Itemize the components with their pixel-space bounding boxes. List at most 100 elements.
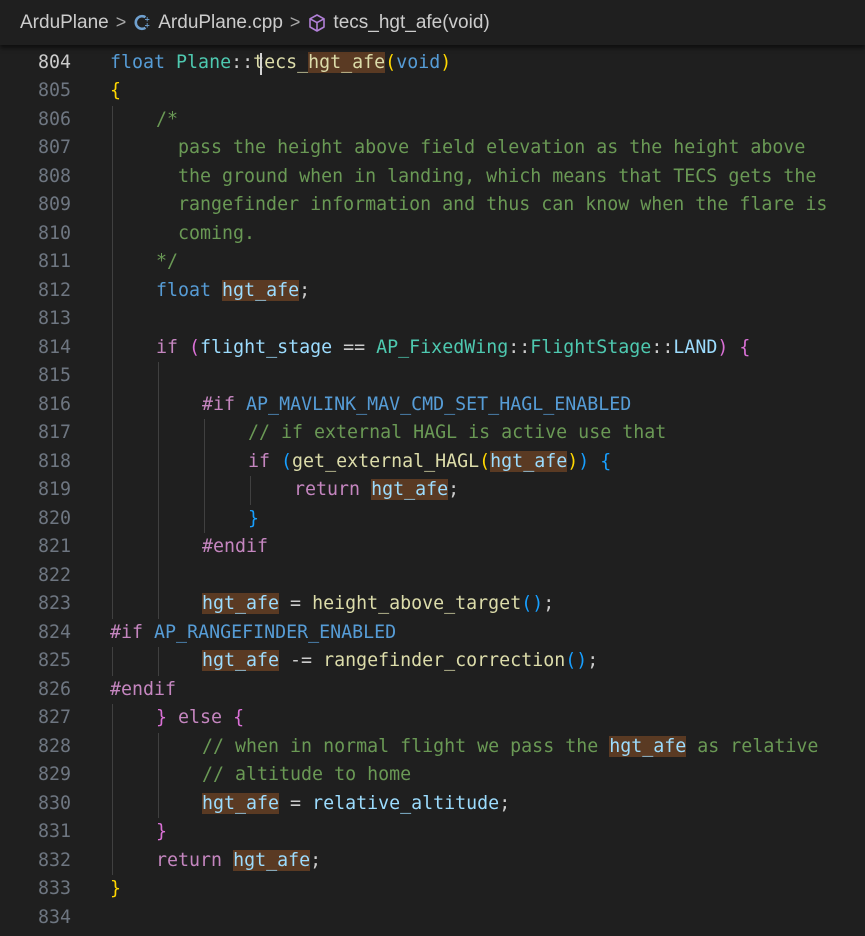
code-line[interactable]: 810 coming.: [0, 219, 865, 248]
method-cube-icon: [307, 13, 327, 33]
breadcrumb-file-label: ArduPlane.cpp: [158, 11, 283, 33]
code-line[interactable]: 812 float hgt_afe;: [0, 276, 865, 305]
indent-guide: [158, 447, 159, 476]
indent-guide: [112, 789, 113, 818]
indent-guide: [112, 561, 113, 590]
code-line[interactable]: 811 */: [0, 248, 865, 277]
code-line[interactable]: 808 the ground when in landing, which me…: [0, 162, 865, 191]
breadcrumb: ArduPlane > + + ArduPlane.cpp > tecs_hgt…: [0, 0, 865, 45]
code-line[interactable]: 804 float Plane::tecs_hgt_afe(void): [0, 49, 865, 78]
line-number: 820: [37, 507, 71, 529]
code-line[interactable]: 826 #endif: [0, 676, 865, 705]
line-number: 833: [37, 878, 71, 899]
indent-guide: [112, 533, 113, 562]
code-line[interactable]: 805 {: [0, 77, 865, 106]
indent-guide: [112, 333, 113, 362]
code-line[interactable]: 832 return hgt_afe;: [0, 846, 865, 875]
code-line[interactable]: 821 #endif: [0, 533, 865, 562]
code-line[interactable]: 834: [0, 904, 865, 933]
indent-guide: [158, 533, 159, 562]
breadcrumb-folder-label: ArduPlane: [20, 11, 109, 33]
indent-guide: [112, 647, 113, 676]
line-number: 824: [37, 621, 71, 643]
code-text: #if AP_MAVLINK_MAV_CMD_SET_HAGL_ENABLED: [202, 393, 632, 415]
code-line[interactable]: 823 hgt_afe = height_above_target();: [0, 590, 865, 619]
code-line[interactable]: 831}: [0, 818, 865, 847]
code-text: if (flight_stage == AP_FixedWing::Flight…: [156, 336, 751, 358]
code-line[interactable]: 813: [0, 305, 865, 334]
code-line[interactable]: 820}: [0, 504, 865, 533]
indent-guide: [112, 419, 113, 448]
code-line[interactable]: 828 // when in normal flight we pass the …: [0, 732, 865, 761]
line-number: 811: [37, 251, 71, 272]
breadcrumb-file[interactable]: + + ArduPlane.cpp: [133, 12, 283, 34]
indent-guide: [204, 419, 205, 448]
indent-guide: [158, 362, 159, 391]
code-line[interactable]: 806 /*: [0, 105, 865, 134]
code-text: pass the height above field elevation as…: [156, 137, 806, 158]
indent-guide: [112, 390, 113, 419]
indent-guide: [158, 476, 159, 505]
code-text: rangefinder information and thus can kno…: [156, 194, 828, 215]
code-line[interactable]: 809 rangefinder information and thus can…: [0, 191, 865, 220]
indent-guide: [158, 561, 159, 590]
code-line[interactable]: 822: [0, 561, 865, 590]
line-number: 823: [37, 593, 71, 614]
indent-guide: [204, 476, 205, 505]
chevron-right-icon: >: [115, 12, 127, 32]
code-text: float Plane::tecs_hgt_afe(void): [110, 51, 452, 73]
code-line[interactable]: 833}: [0, 875, 865, 904]
code-editor[interactable]: 804 float Plane::tecs_hgt_afe(void) 805 {80…: [0, 47, 865, 936]
line-number: 828: [37, 735, 71, 757]
code-line[interactable]: 819 return hgt_afe;: [0, 476, 865, 505]
indent-guide: [112, 732, 113, 761]
indent-guide: [112, 818, 113, 847]
code-line[interactable]: 814 if (flight_stage == AP_FixedWing::Fli…: [0, 333, 865, 362]
code-line[interactable]: 818 if (get_external_HAGL(hgt_afe)) {: [0, 447, 865, 476]
line-number: 810: [37, 222, 71, 244]
code-line[interactable]: 807 pass the height above field elevatio…: [0, 134, 865, 163]
code-text: }: [248, 507, 260, 529]
text-cursor: [260, 52, 262, 75]
code-line[interactable]: 825 hgt_afe -= rangefinder_correction();: [0, 647, 865, 676]
line-number: 825: [37, 650, 71, 671]
line-number: 805: [37, 80, 71, 101]
code-line[interactable]: 824 #if AP_RANGEFINDER_ENABLED: [0, 619, 865, 648]
code-text: return hgt_afe;: [156, 849, 322, 871]
code-line[interactable]: 817 // if external HAGL is active use tha…: [0, 419, 865, 448]
code-text: hgt_afe = height_above_target();: [202, 593, 555, 614]
indent-guide: [158, 390, 159, 419]
line-number: 832: [37, 849, 71, 871]
code-text: coming.: [156, 222, 256, 244]
indent-guide: [204, 447, 205, 476]
indent-guide: [112, 846, 113, 875]
breadcrumb-symbol[interactable]: tecs_hgt_afe(void): [307, 12, 490, 34]
line-number: 814: [37, 336, 71, 358]
line-number: 815: [37, 365, 71, 386]
code-text: {: [110, 80, 122, 101]
indent-guide: [158, 590, 159, 619]
code-text: hgt_afe -= rangefinder_correction();: [202, 650, 599, 671]
code-line[interactable]: 829 // altitude to home: [0, 761, 865, 790]
line-number: 808: [37, 165, 71, 187]
line-number: 830: [37, 792, 71, 814]
line-number: 807: [37, 137, 71, 158]
line-number: 818: [37, 450, 71, 472]
breadcrumb-folder[interactable]: ArduPlane: [20, 12, 109, 34]
indent-guide: [112, 704, 113, 733]
indent-guide: [112, 191, 113, 220]
code-text: float hgt_afe;: [156, 279, 311, 301]
code-line[interactable]: 830 hgt_afe = relative_altitude;: [0, 789, 865, 818]
indent-guide: [112, 162, 113, 191]
code-line[interactable]: 827} else {: [0, 704, 865, 733]
code-line[interactable]: 816 #if AP_MAVLINK_MAV_CMD_SET_HAGL_ENABL…: [0, 390, 865, 419]
indent-guide: [112, 134, 113, 163]
indent-guide: [158, 504, 159, 533]
indent-guide: [158, 789, 159, 818]
code-text: // when in normal flight we pass the hgt…: [202, 735, 819, 757]
indent-guide: [158, 647, 159, 676]
code-text: */: [156, 251, 179, 272]
code-line[interactable]: 815: [0, 362, 865, 391]
line-number: 819: [37, 479, 71, 500]
code-text: // altitude to home: [202, 764, 412, 785]
